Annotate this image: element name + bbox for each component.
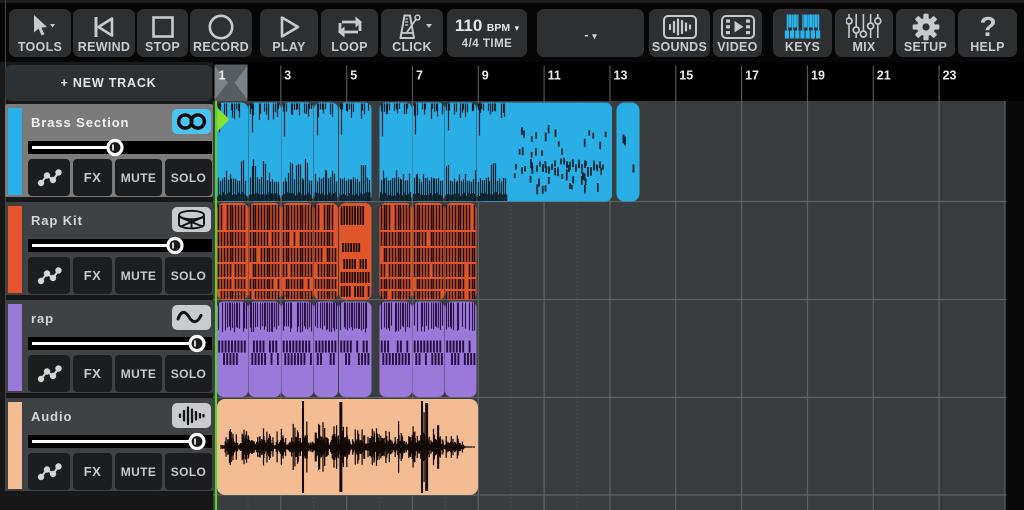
svg-text:15: 15	[679, 69, 693, 83]
svg-text:1: 1	[219, 69, 226, 83]
svg-text:13: 13	[614, 69, 628, 83]
svg-text:11: 11	[548, 69, 561, 83]
svg-text:19: 19	[811, 69, 825, 83]
svg-text:17: 17	[745, 69, 759, 83]
svg-text:23: 23	[943, 69, 957, 83]
svg-text:7: 7	[416, 69, 423, 83]
svg-text:5: 5	[350, 69, 357, 83]
svg-text:21: 21	[877, 69, 891, 83]
svg-text:3: 3	[284, 69, 291, 83]
svg-text:9: 9	[482, 69, 489, 83]
